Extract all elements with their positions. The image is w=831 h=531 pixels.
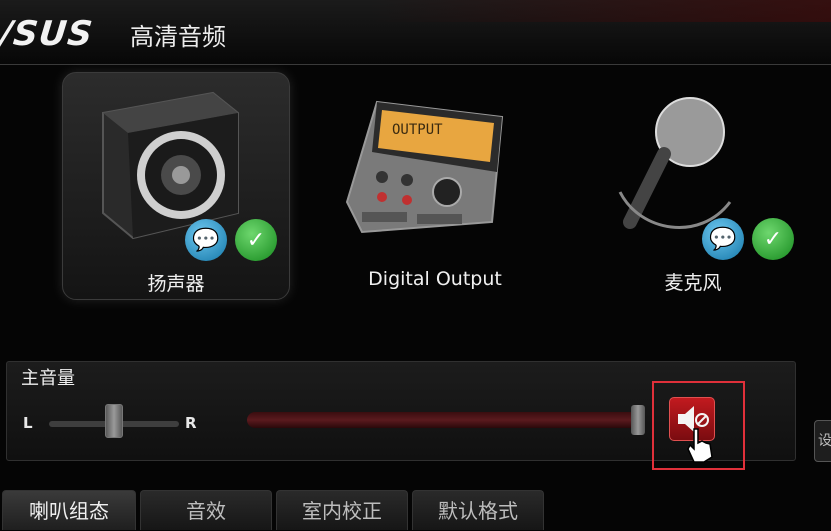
master-volume-slider-thumb[interactable] <box>631 405 645 435</box>
master-volume-title: 主音量 <box>21 368 75 389</box>
chat-bubble-icon: 💬 <box>185 219 227 261</box>
audio-interface-icon: OUTPUT <box>345 100 504 234</box>
tab-room-correction[interactable]: 室内校正 <box>276 490 408 530</box>
side-settings-tab[interactable]: 设 <box>814 420 831 462</box>
app-title: 高清音频 <box>130 23 226 51</box>
asus-logo: /SUS <box>0 14 96 54</box>
svg-text:OUTPUT: OUTPUT <box>392 122 443 138</box>
chat-bubble-icon: 💬 <box>702 218 744 260</box>
tab-speaker-config[interactable]: 喇叭组态 <box>2 490 136 530</box>
device-label-speaker: 扬声器 <box>147 273 205 295</box>
check-icon: ✓ <box>235 219 277 261</box>
master-volume-slider[interactable] <box>247 412 643 428</box>
device-digital-output[interactable]: OUTPUT Digital Output <box>322 72 548 298</box>
check-icon: ✓ <box>752 218 794 260</box>
tab-sound-effects[interactable]: 音效 <box>140 490 272 530</box>
balance-slider-thumb[interactable] <box>105 404 123 438</box>
balance-right-label: R <box>185 414 197 432</box>
balance-left-label: L <box>23 414 33 432</box>
tab-default-format[interactable]: 默认格式 <box>412 490 544 530</box>
device-label-digital-output: Digital Output <box>368 268 502 290</box>
hand-cursor-icon <box>687 428 713 463</box>
highlight-frame <box>652 381 745 470</box>
bottom-tabs: 喇叭组态 音效 室内校正 默认格式 <box>0 490 831 530</box>
device-microphone[interactable]: 💬 ✓ 麦克风 <box>580 72 806 298</box>
title-bar: /SUS 高清音频 <box>0 0 831 65</box>
device-label-microphone: 麦克风 <box>664 272 722 294</box>
header-decoration <box>371 0 831 22</box>
device-speaker[interactable]: 💬 ✓ 扬声器 <box>62 72 290 300</box>
